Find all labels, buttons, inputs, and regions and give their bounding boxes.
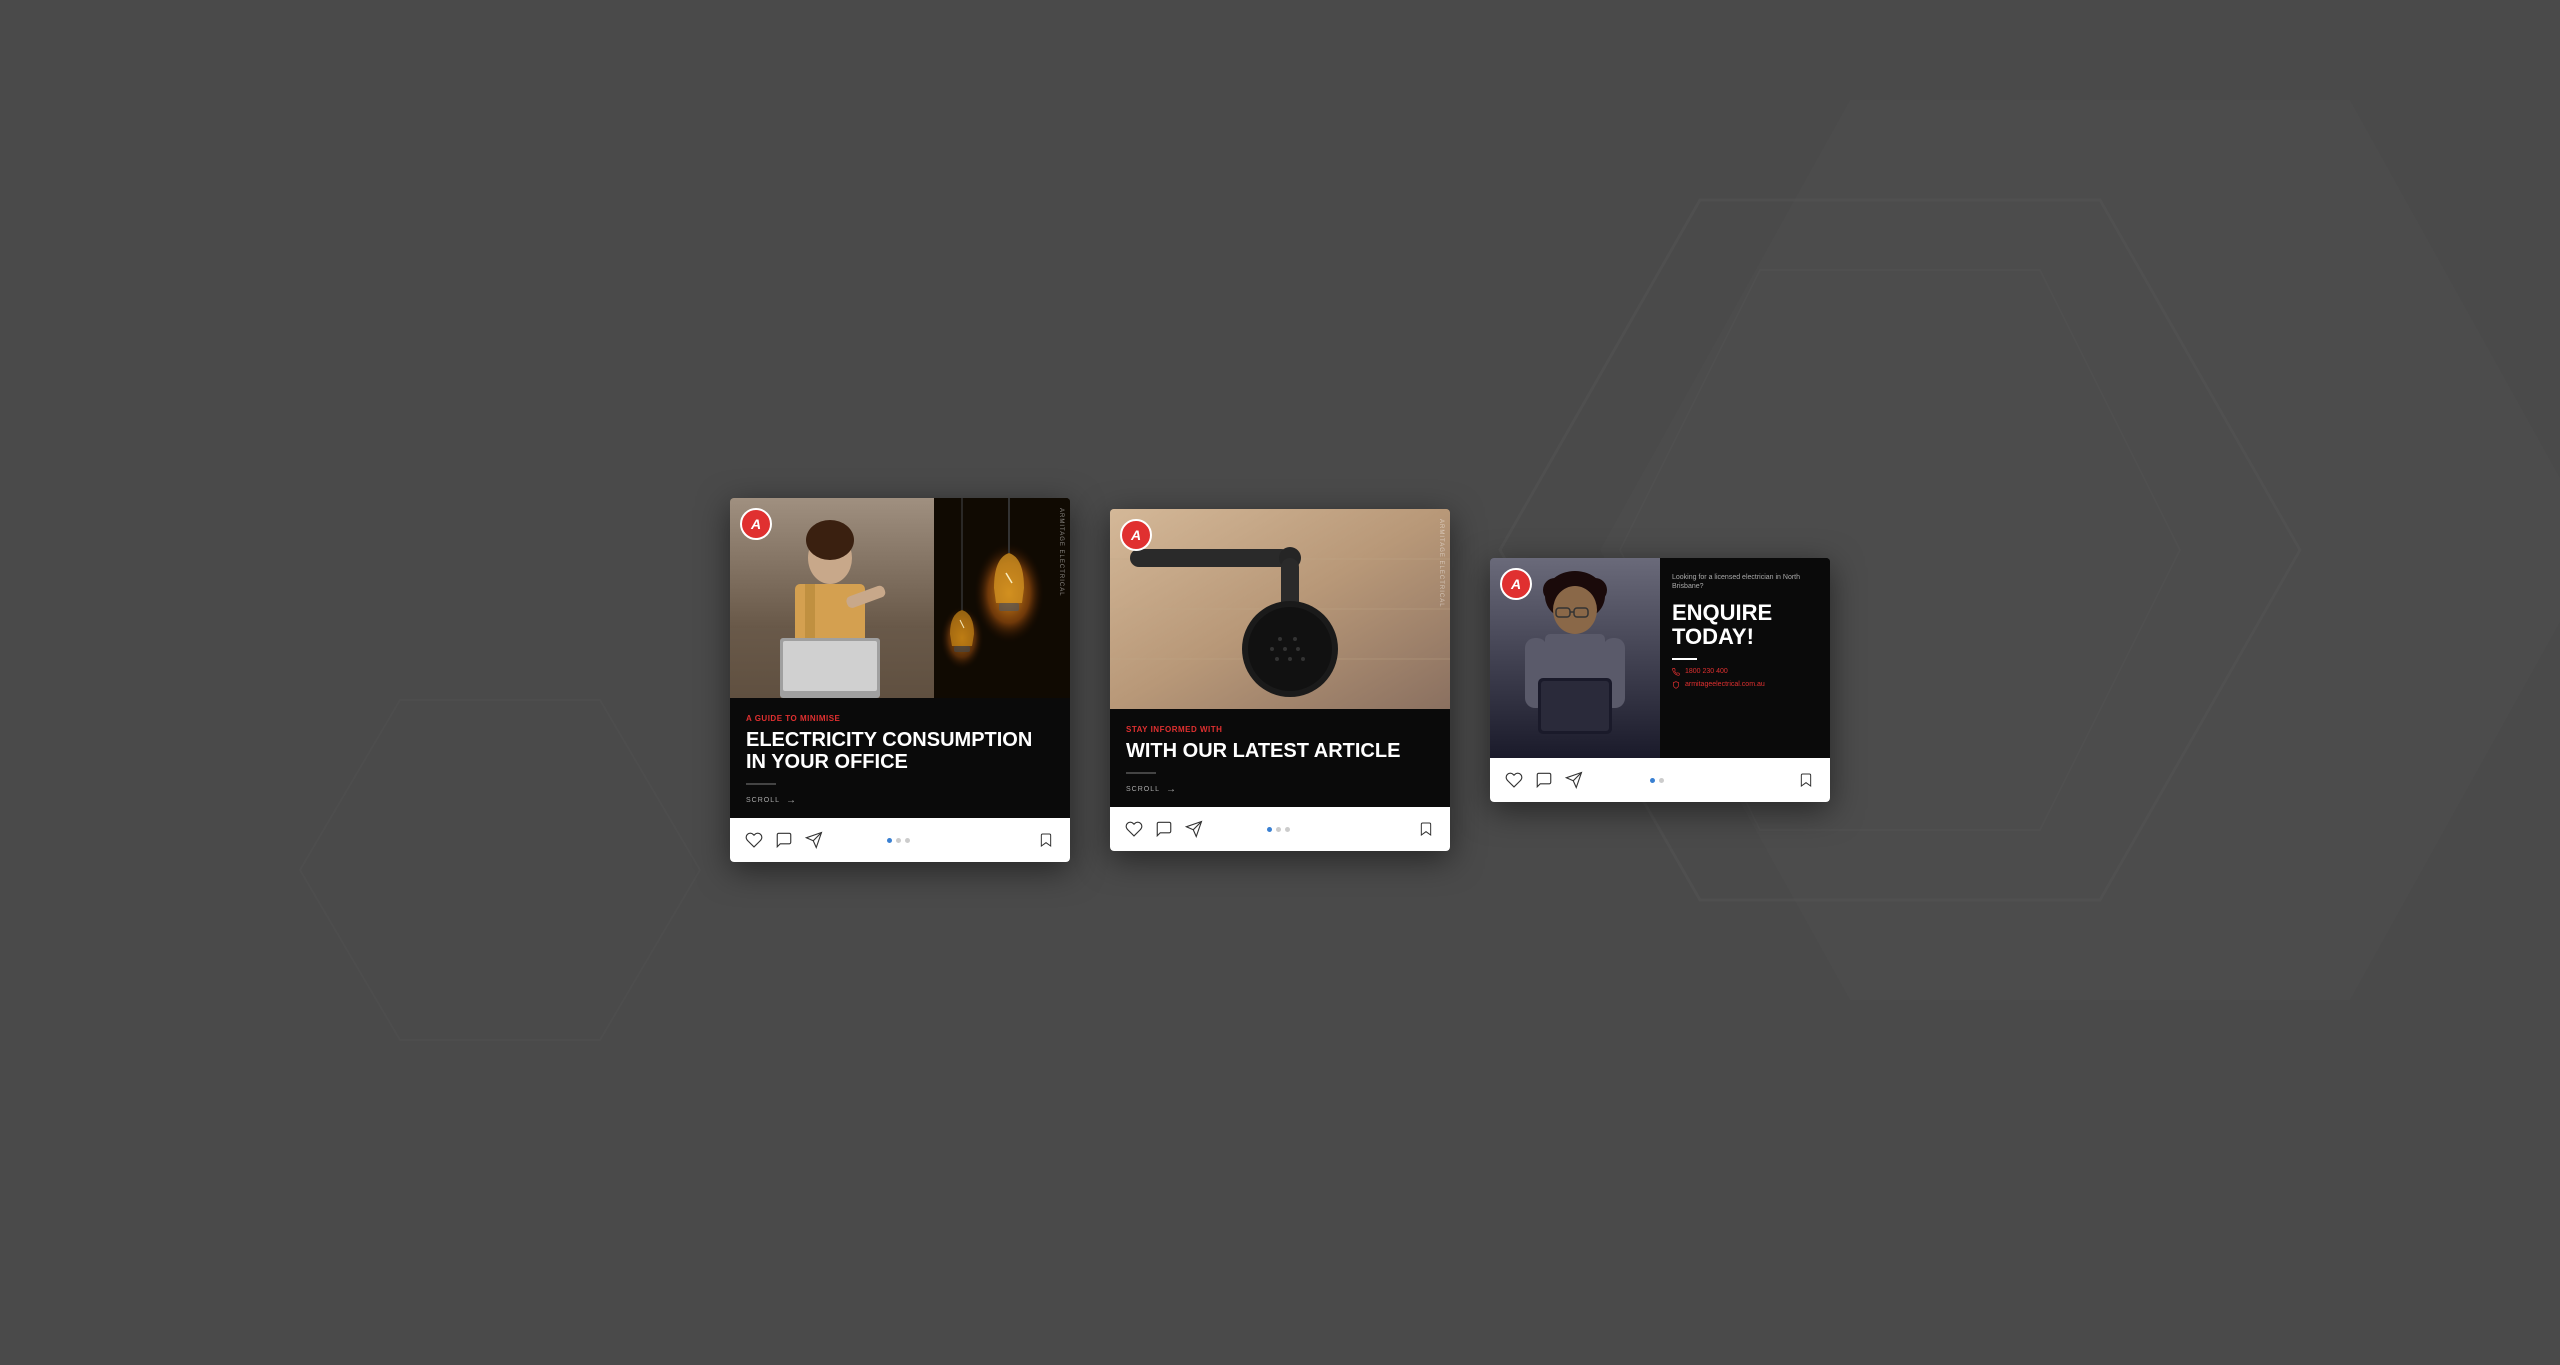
card2-scroll-arrow: → bbox=[1166, 784, 1177, 795]
card1-dots bbox=[887, 838, 910, 843]
card2-image-area: A ARMITAGE ELECTRICAL bbox=[1110, 509, 1450, 709]
card1-actions bbox=[730, 818, 1070, 862]
brand-logo-letter-1: A bbox=[751, 516, 761, 532]
card1-comment-icon[interactable] bbox=[774, 830, 794, 850]
card2-subtitle: STAY INFORMED WITH bbox=[1126, 725, 1434, 734]
card2-bookmark-icon[interactable] bbox=[1416, 819, 1436, 839]
card3-enquire-title: ENQUIRE TODAY! bbox=[1672, 601, 1818, 649]
card3-dot-2 bbox=[1659, 778, 1664, 783]
card2-scroll-label: SCROLL bbox=[1126, 786, 1160, 793]
card3-action-icons[interactable] bbox=[1504, 770, 1584, 790]
card1-scroll-arrow: → bbox=[786, 795, 797, 806]
card1-dot-3 bbox=[905, 838, 910, 843]
card1-heart-icon[interactable] bbox=[744, 830, 764, 850]
card1-scroll: SCROLL → bbox=[746, 795, 1054, 806]
card3-bookmark-icon[interactable] bbox=[1796, 770, 1816, 790]
card3-comment-icon[interactable] bbox=[1534, 770, 1554, 790]
brand-logo-letter-2: A bbox=[1131, 527, 1141, 543]
card3-phone: 1800 230 400 bbox=[1672, 668, 1818, 676]
card3-dot-1 bbox=[1650, 778, 1655, 783]
card2-dot-1 bbox=[1267, 827, 1272, 832]
brand-logo-card3: A bbox=[1500, 568, 1532, 600]
brand-logo-card1: A bbox=[740, 508, 772, 540]
card-article: A ARMITAGE ELECTRICAL STAY INFORMED WITH… bbox=[1110, 509, 1450, 851]
card3-heart-icon[interactable] bbox=[1504, 770, 1524, 790]
card2-content: STAY INFORMED WITH WITH OUR LATEST ARTIC… bbox=[1110, 709, 1450, 807]
brand-logo-letter-3: A bbox=[1511, 576, 1521, 592]
cards-container: A ARMITAGE ELECTRICAL A GUIDE TO MINIMIS… bbox=[730, 498, 1830, 862]
vertical-text-card2: ARMITAGE ELECTRICAL bbox=[1438, 519, 1444, 608]
card3-split: Looking for a licensed electrician in No… bbox=[1490, 558, 1830, 758]
card3-phone-number: 1800 230 400 bbox=[1685, 668, 1728, 675]
card2-dot-3 bbox=[1285, 827, 1290, 832]
card1-subtitle: A GUIDE TO MINIMISE bbox=[746, 714, 1054, 723]
card-electricity: A ARMITAGE ELECTRICAL A GUIDE TO MINIMIS… bbox=[730, 498, 1070, 862]
card2-dot-2 bbox=[1276, 827, 1281, 832]
card3-divider-img bbox=[1672, 658, 1697, 660]
card2-divider bbox=[1126, 772, 1156, 774]
card1-bookmark-icon[interactable] bbox=[1036, 830, 1056, 850]
card1-divider bbox=[746, 783, 776, 785]
card1-scroll-label: SCROLL bbox=[746, 797, 780, 804]
card2-dots bbox=[1267, 827, 1290, 832]
card2-shower-image bbox=[1110, 509, 1450, 709]
card1-dot-2 bbox=[896, 838, 901, 843]
card1-action-icons[interactable] bbox=[744, 830, 824, 850]
card3-sub-text: Looking for a licensed electrician in No… bbox=[1672, 573, 1818, 591]
card3-dots bbox=[1650, 778, 1664, 783]
card1-bulb-image bbox=[934, 498, 1070, 698]
card-enquire: Looking for a licensed electrician in No… bbox=[1490, 558, 1830, 802]
card3-send-icon[interactable] bbox=[1564, 770, 1584, 790]
card2-send-icon[interactable] bbox=[1184, 819, 1204, 839]
vertical-text-card1: ARMITAGE ELECTRICAL bbox=[1058, 508, 1064, 597]
brand-logo-card2: A bbox=[1120, 519, 1152, 551]
card2-actions bbox=[1110, 807, 1450, 851]
card2-comment-icon[interactable] bbox=[1154, 819, 1174, 839]
card1-image-area: A ARMITAGE ELECTRICAL bbox=[730, 498, 1070, 698]
card2-title: WITH OUR LATEST ARTICLE bbox=[1126, 740, 1434, 762]
card3-contact: 1800 230 400 armitageelectrical.com.au bbox=[1672, 668, 1818, 689]
card3-text-area: Looking for a licensed electrician in No… bbox=[1660, 558, 1830, 758]
card1-content: A GUIDE TO MINIMISE ELECTRICITY CONSUMPT… bbox=[730, 698, 1070, 818]
card3-actions bbox=[1490, 758, 1830, 802]
card1-send-icon[interactable] bbox=[804, 830, 824, 850]
card3-website-url: armitageelectrical.com.au bbox=[1685, 681, 1765, 688]
card3-website: armitageelectrical.com.au bbox=[1672, 681, 1818, 689]
card1-dot-1 bbox=[887, 838, 892, 843]
card1-title: ELECTRICITY CONSUMPTION IN YOUR OFFICE bbox=[746, 729, 1054, 773]
card2-scroll: SCROLL → bbox=[1126, 784, 1434, 795]
card2-action-icons[interactable] bbox=[1124, 819, 1204, 839]
card2-heart-icon[interactable] bbox=[1124, 819, 1144, 839]
card1-split-images bbox=[730, 498, 1070, 698]
card3-image-area: Looking for a licensed electrician in No… bbox=[1490, 558, 1830, 758]
